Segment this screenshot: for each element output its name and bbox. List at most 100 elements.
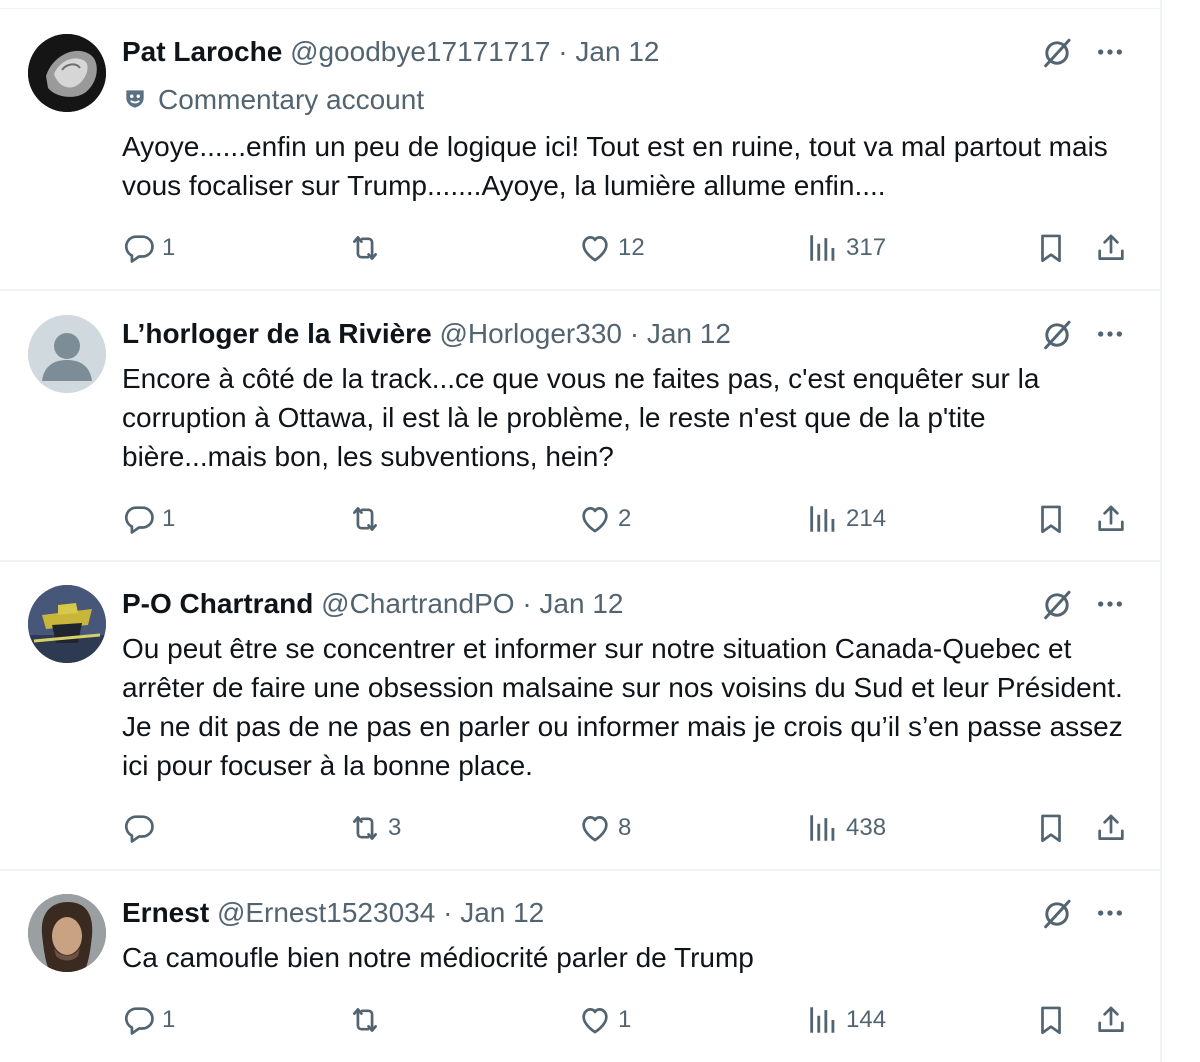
avatar-image [28,585,106,663]
like-button[interactable]: 8 [578,810,631,846]
grok-icon[interactable] [1040,318,1076,354]
share-icon [1094,231,1128,265]
view-count: 214 [846,505,887,532]
display-name[interactable]: Ernest [122,897,209,928]
repost-icon [348,1003,382,1037]
heart-icon [578,1003,612,1037]
views-button[interactable]: 317 [806,230,886,266]
user-handle[interactable]: @ChartrandPO [321,588,514,619]
view-count: 317 [846,234,887,261]
like-button[interactable]: 12 [578,230,645,266]
reply-icon [122,502,156,536]
like-count: 1 [618,1006,632,1033]
user-handle[interactable]: @Ernest1523034 [217,897,435,928]
display-name[interactable]: P-O Chartrand [122,588,313,619]
tweet-header: Ernest @Ernest1523034 · Jan 12 [122,895,1120,931]
tweet-header: Pat Laroche @goodbye17171717 · Jan 12 [122,34,1120,70]
display-name[interactable]: Pat Laroche [122,36,282,67]
reply-icon [122,811,156,845]
views-button[interactable]: 438 [806,810,886,846]
tweet-text: Ou peut être se concentrer et informer s… [122,633,1123,781]
separator-dot: · [522,588,532,619]
bookmark-button[interactable] [1034,1002,1068,1038]
views-button[interactable]: 214 [806,501,886,537]
bookmark-icon [1034,1003,1068,1037]
display-name[interactable]: L’horloger de la Rivière [122,318,432,349]
bookmark-button[interactable] [1034,230,1068,266]
avatar[interactable] [28,34,106,112]
timestamp[interactable]: Jan 12 [460,897,544,928]
share-button[interactable] [1094,810,1128,846]
bookmark-icon [1034,811,1068,845]
more-icon[interactable] [1094,588,1126,624]
tweet-text: Ayoye......enfin un peu de logique ici! … [122,131,1108,201]
commentary-badge-icon [126,90,144,108]
repost-icon [348,502,382,536]
separator-dot: · [558,36,568,67]
avatar-image [28,894,106,972]
repost-button[interactable]: 3 [348,810,401,846]
timestamp[interactable]: Jan 12 [539,588,623,619]
repost-button[interactable] [348,501,388,537]
share-button[interactable] [1094,1002,1128,1038]
right-border [1160,0,1162,1062]
more-icon[interactable] [1094,897,1126,933]
share-button[interactable] [1094,501,1128,537]
heart-icon [578,231,612,265]
grok-icon[interactable] [1040,36,1076,72]
tweet-text: Encore à côté de la track...ce que vous … [122,363,1040,472]
reply-button[interactable]: 1 [122,501,175,537]
repost-icon [348,231,382,265]
grok-icon[interactable] [1040,588,1076,624]
view-count: 438 [846,814,887,841]
share-icon [1094,1003,1128,1037]
views-icon [806,502,840,536]
repost-icon [348,811,382,845]
avatar[interactable] [28,894,106,972]
avatar[interactable] [28,585,106,663]
tweet[interactable]: Pat Laroche @goodbye17171717 · Jan 12 Co… [0,9,1160,291]
bookmark-button[interactable] [1034,501,1068,537]
tweet-header: L’horloger de la Rivière @Horloger330 · … [122,316,1120,352]
reply-button[interactable] [122,810,162,846]
commentary-label[interactable]: Commentary account [122,83,424,117]
reply-button[interactable]: 1 [122,230,175,266]
views-icon [806,231,840,265]
repost-count: 3 [388,814,402,841]
separator-dot: · [443,897,453,928]
more-icon[interactable] [1094,36,1126,72]
default-avatar-icon [28,315,106,393]
tweet[interactable]: L’horloger de la Rivière @Horloger330 · … [0,291,1160,562]
timestamp[interactable]: Jan 12 [647,318,731,349]
reply-icon [122,231,156,265]
timestamp[interactable]: Jan 12 [575,36,659,67]
like-count: 12 [618,234,645,261]
views-icon [806,1003,840,1037]
avatar-image [28,34,106,112]
commentary-label-text: Commentary account [158,84,425,115]
share-button[interactable] [1094,230,1128,266]
tweet-text: Ca camoufle bien notre médiocrité parler… [122,942,754,973]
tweet[interactable]: P-O Chartrand @ChartrandPO · Jan 12 Ou p… [0,562,1160,871]
bookmark-icon [1034,231,1068,265]
user-handle[interactable]: @Horloger330 [439,318,622,349]
reply-button[interactable]: 1 [122,1002,175,1038]
tweet[interactable]: Ernest @Ernest1523034 · Jan 12 Ca camouf… [0,871,1160,1062]
view-count: 144 [846,1006,887,1033]
repost-button[interactable] [348,1002,388,1038]
grok-icon[interactable] [1040,897,1076,933]
avatar[interactable] [28,315,106,393]
more-icon[interactable] [1094,318,1126,354]
like-count: 8 [618,814,632,841]
bookmark-button[interactable] [1034,810,1068,846]
bookmark-icon [1034,502,1068,536]
views-icon [806,811,840,845]
views-button[interactable]: 144 [806,1002,886,1038]
tweet-header: P-O Chartrand @ChartrandPO · Jan 12 [122,586,1120,622]
heart-icon [578,502,612,536]
user-handle[interactable]: @goodbye17171717 [290,36,550,67]
like-button[interactable]: 2 [578,501,631,537]
repost-button[interactable] [348,230,388,266]
like-button[interactable]: 1 [578,1002,631,1038]
reply-count: 1 [162,234,176,261]
